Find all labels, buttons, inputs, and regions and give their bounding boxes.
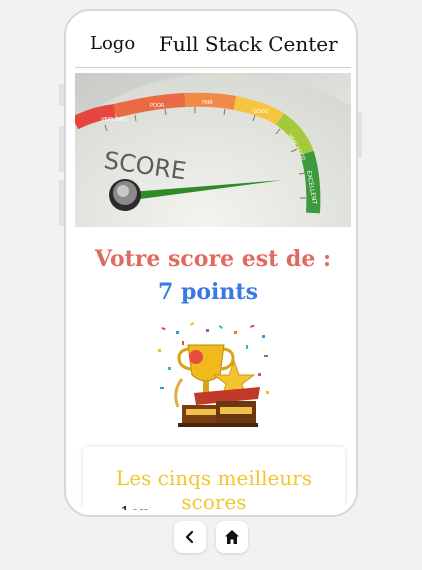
score-value: 7 points	[158, 279, 258, 305]
score-title: Votre score est de :	[94, 246, 332, 272]
leaderboard-rank-first: 1er	[120, 503, 147, 510]
header-bar: Logo Full Stack Center	[75, 20, 351, 68]
phone-frame: Logo Full Stack Center VERY BAD POOR FAI…	[64, 9, 358, 517]
home-icon	[225, 530, 239, 544]
back-button[interactable]	[174, 521, 206, 553]
trophy-icon	[154, 321, 272, 433]
home-button[interactable]	[216, 521, 248, 553]
phone-screen: Logo Full Stack Center VERY BAD POOR FAI…	[75, 20, 351, 510]
leaderboard-card: Les cinqs meilleurs scores 1er	[83, 447, 345, 510]
logo[interactable]: Logo	[90, 33, 135, 54]
svg-text:GOOD: GOOD	[253, 109, 269, 115]
chevron-left-icon	[185, 530, 194, 544]
brand-title: Full Stack Center	[159, 32, 338, 56]
svg-text:POOR: POOR	[150, 103, 165, 109]
svg-text:VERY BAD: VERY BAD	[101, 117, 126, 123]
svg-text:FAIR: FAIR	[202, 100, 213, 106]
score-gauge-image: VERY BAD POOR FAIR GOOD VERY GOOD EXCELL…	[75, 73, 351, 227]
